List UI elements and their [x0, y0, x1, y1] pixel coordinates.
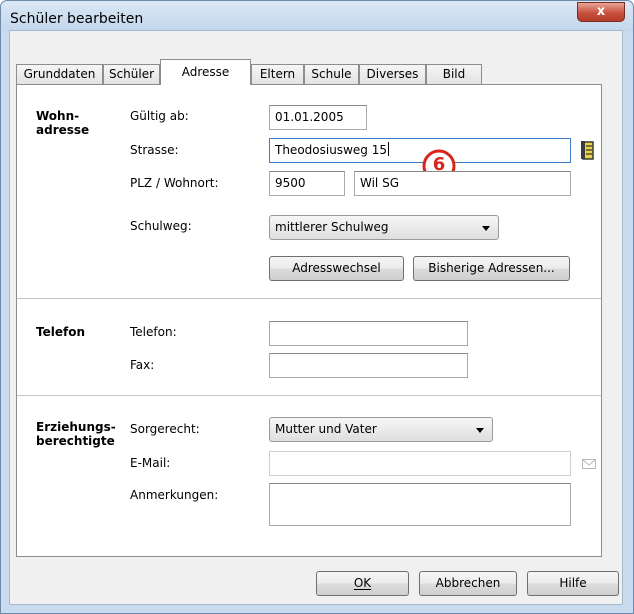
tab-bild[interactable]: Bild: [426, 64, 482, 85]
schulweg-label: Schulweg:: [130, 219, 192, 233]
tab-panel-adresse: Wohn- adresse Gültig ab: 01.01.2005 Stra…: [16, 84, 602, 557]
tab-schule[interactable]: Schule: [304, 64, 359, 85]
adresswechsel-button[interactable]: Adresswechsel: [269, 256, 404, 281]
gueltig-ab-label: Gültig ab:: [130, 109, 189, 123]
envelope-icon[interactable]: [582, 458, 596, 469]
plz-wohnort-label: PLZ / Wohnort:: [130, 176, 219, 190]
chevron-down-icon: [476, 428, 484, 433]
telefon-label: Telefon:: [130, 325, 177, 339]
sorgerecht-dropdown[interactable]: Mutter und Vater: [269, 417, 493, 442]
hilfe-button[interactable]: Hilfe: [527, 571, 619, 596]
close-button[interactable]: x: [577, 2, 625, 22]
tab-grunddaten[interactable]: Grunddaten: [16, 64, 103, 85]
title-bar[interactable]: Schüler bearbeiten x: [1, 1, 633, 31]
anmerkungen-label: Anmerkungen:: [130, 488, 219, 502]
email-field[interactable]: [269, 451, 571, 476]
fax-field[interactable]: [269, 353, 468, 378]
ok-button[interactable]: OK: [316, 571, 409, 596]
fax-label: Fax:: [130, 358, 155, 372]
plz-field[interactable]: 9500: [269, 171, 345, 196]
section-title-wohnadresse: Wohn- adresse: [36, 109, 90, 137]
tab-adresse[interactable]: Adresse: [160, 59, 251, 85]
chevron-down-icon: [482, 226, 490, 231]
anmerkungen-field[interactable]: [269, 483, 571, 526]
wohnort-field[interactable]: Wil SG: [354, 171, 571, 196]
section-title-telefon: Telefon: [36, 325, 85, 339]
tab-schueler[interactable]: Schüler: [103, 64, 160, 85]
tab-diverses[interactable]: Diverses: [359, 64, 426, 85]
abbrechen-button[interactable]: Abbrechen: [419, 571, 517, 596]
section-divider: [17, 395, 601, 396]
section-title-erziehungsberechtigte: Erziehungs- berechtigte: [36, 420, 116, 448]
close-icon: x: [596, 4, 606, 19]
schulweg-dropdown[interactable]: mittlerer Schulweg: [269, 215, 499, 240]
email-label: E-Mail:: [130, 456, 171, 470]
gueltig-ab-field[interactable]: 01.01.2005: [269, 105, 367, 130]
tab-eltern[interactable]: Eltern: [251, 64, 304, 85]
strasse-field[interactable]: Theodosiusweg 15: [269, 138, 571, 163]
bisherige-adressen-button[interactable]: Bisherige Adressen...: [413, 256, 570, 281]
telefon-field[interactable]: [269, 321, 468, 346]
strasse-label: Strasse:: [130, 143, 179, 157]
section-divider: [17, 298, 601, 299]
address-book-icon[interactable]: [580, 140, 596, 160]
window-title: Schüler bearbeiten: [10, 11, 144, 27]
sorgerecht-label: Sorgerecht:: [130, 422, 200, 436]
